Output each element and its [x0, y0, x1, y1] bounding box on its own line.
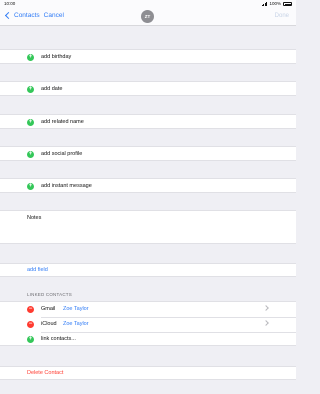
add-icon: +: [27, 119, 34, 126]
chevron-right-icon: [263, 320, 269, 326]
back-chevron-icon[interactable]: [4, 11, 13, 20]
linked-contacts-list: − Gmail Zoe Taylor − iCloud Zoe Taylor +…: [0, 301, 296, 346]
cancel-button[interactable]: Cancel: [44, 12, 64, 19]
notes-label: Notes: [27, 215, 42, 221]
add-field-button[interactable]: add field: [27, 267, 48, 273]
back-button[interactable]: Contacts: [14, 12, 40, 19]
add-field-row[interactable]: add field: [0, 263, 296, 277]
avatar[interactable]: ZT: [141, 10, 154, 23]
delete-contact-button[interactable]: Delete Contact: [27, 370, 63, 376]
add-related-name-label: add related name: [41, 119, 84, 125]
add-icon: +: [27, 86, 34, 93]
done-button[interactable]: Done: [275, 13, 289, 19]
add-date-row[interactable]: + add date: [0, 81, 296, 96]
add-social-profile-label: add social profile: [41, 151, 83, 157]
delete-contact-row[interactable]: Delete Contact: [0, 366, 296, 380]
add-icon: +: [27, 183, 34, 190]
signal-icon: [261, 2, 268, 6]
add-icon: +: [27, 336, 34, 343]
status-time: 10:00: [4, 1, 16, 6]
add-instant-message-label: add instant message: [41, 183, 92, 189]
status-bar: 10:00 100%: [0, 0, 296, 8]
add-instant-message-row[interactable]: + add instant message: [0, 178, 296, 193]
add-birthday-label: add birthday: [41, 54, 72, 60]
add-social-profile-row[interactable]: + add social profile: [0, 146, 296, 161]
linked-source: Gmail: [41, 306, 56, 312]
linked-source: iCloud: [41, 321, 57, 327]
chevron-right-icon: [263, 305, 269, 311]
linked-contact-row[interactable]: − iCloud Zoe Taylor: [0, 317, 296, 332]
link-contacts-label: link contacts...: [41, 336, 76, 342]
add-icon: +: [27, 151, 34, 158]
add-birthday-row[interactable]: + add birthday: [0, 49, 296, 64]
link-contacts-row[interactable]: + link contacts...: [0, 332, 296, 347]
remove-icon[interactable]: −: [27, 321, 34, 328]
battery-icon: [283, 2, 292, 6]
linked-contact-row[interactable]: − Gmail Zoe Taylor: [0, 302, 296, 317]
nav-left: Contacts Cancel: [4, 11, 64, 20]
linked-name: Zoe Taylor: [63, 306, 89, 312]
linked-contacts-header: LINKED CONTACTS: [27, 292, 72, 297]
add-related-name-row[interactable]: + add related name: [0, 114, 296, 129]
battery-percent: 100%: [269, 1, 281, 6]
remove-icon[interactable]: −: [27, 306, 34, 313]
nav-bar: Contacts Cancel ZT Done: [0, 8, 296, 26]
add-date-label: add date: [41, 86, 63, 92]
linked-name: Zoe Taylor: [63, 321, 89, 327]
status-right: 100%: [261, 0, 292, 8]
add-icon: +: [27, 54, 34, 61]
notes-field[interactable]: Notes: [0, 210, 296, 244]
